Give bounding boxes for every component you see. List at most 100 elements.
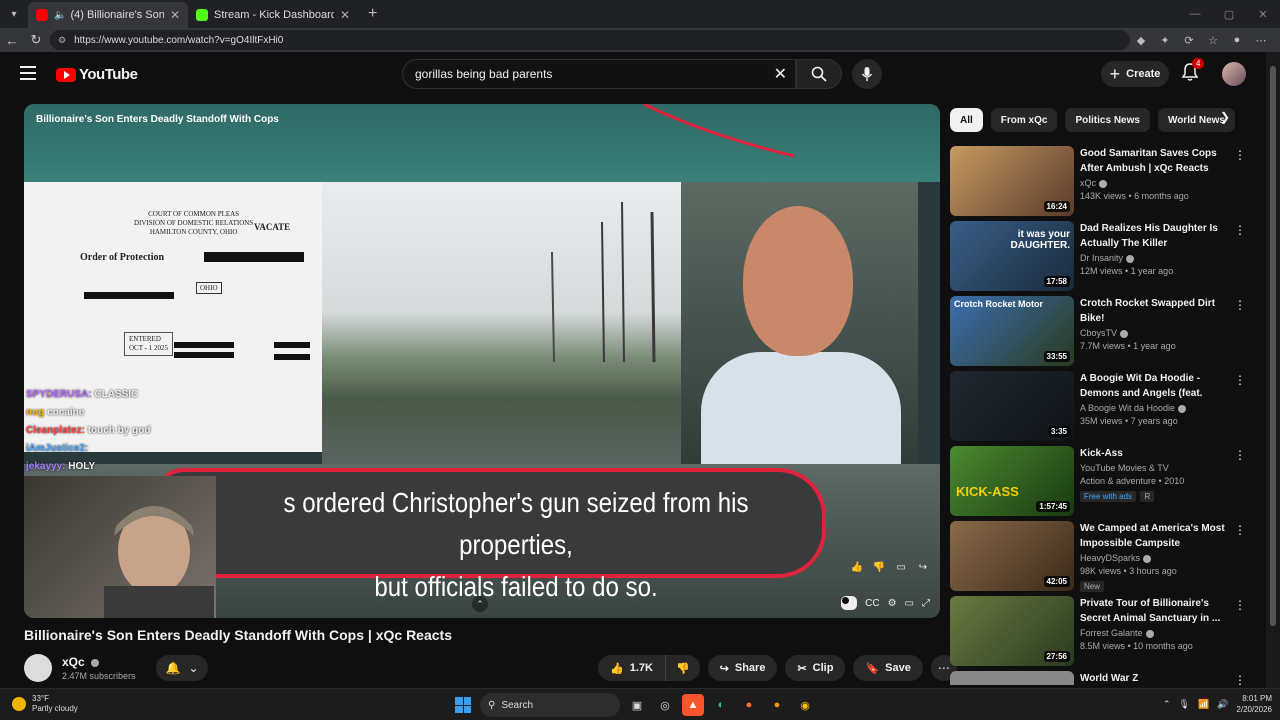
chip-all[interactable]: All [950, 108, 983, 132]
recommendation-title[interactable]: World War Z [1080, 671, 1230, 685]
tab-youtube[interactable]: 🔈 (4) Billionaire's Son Enters De ✕ [28, 2, 188, 28]
url-input[interactable]: ⚙ https://www.youtube.com/watch?v=gO4Ilt… [50, 30, 1130, 50]
close-window-icon[interactable]: ✕ [1246, 0, 1280, 28]
more-vertical-icon[interactable]: ⋮ [1234, 523, 1246, 537]
voice-search-button[interactable] [852, 59, 882, 89]
save-button[interactable]: 🔖 Save [853, 655, 923, 681]
like-button[interactable]: 👍 1.7K [598, 655, 666, 681]
recommendation-title[interactable]: Kick-Ass [1080, 446, 1230, 461]
back-icon[interactable]: ← [0, 28, 24, 52]
video-thumbnail[interactable]: 42:05 [950, 521, 1074, 591]
more-vertical-icon[interactable]: ⋮ [1234, 148, 1246, 162]
clear-search-icon[interactable]: ✕ [774, 64, 787, 84]
more-vertical-icon[interactable]: ⋮ [1234, 598, 1246, 612]
recommendation-title[interactable]: We Camped at America's Most Impossible C… [1080, 521, 1230, 551]
recommendation-channel[interactable]: A Boogie Wit da Hoodie [1080, 403, 1230, 413]
video-thumbnail[interactable]: 3:35 [950, 371, 1074, 441]
extension-icon[interactable]: ◆ [1132, 30, 1150, 50]
subscription-bell-button[interactable]: 🔔 ⌄ [156, 655, 208, 681]
recommendation-item[interactable]: KICK-ASS 1:57:45 Kick-Ass YouTube Movies… [950, 446, 1250, 521]
more-vertical-icon[interactable]: ⋮ [1234, 373, 1246, 387]
system-clock[interactable]: 8:01 PM 2/20/2026 [1236, 693, 1272, 715]
close-tab-icon[interactable]: ✕ [340, 8, 350, 22]
video-thumbnail[interactable] [950, 671, 1074, 685]
recommendation-item[interactable]: 27:56 Private Tour of Billionaire's Secr… [950, 596, 1250, 671]
more-vertical-icon[interactable]: ⋮ [1234, 223, 1246, 237]
menu-icon[interactable]: ⋯ [1252, 30, 1270, 50]
chip-politics-news[interactable]: Politics News [1065, 108, 1150, 132]
volume-icon[interactable]: 🔊 [1217, 699, 1228, 710]
video-thumbnail[interactable]: Crotch Rocket Motor 33:55 [950, 296, 1074, 366]
sync-icon[interactable]: ⟳ [1180, 30, 1198, 50]
video-thumbnail[interactable]: 16:24 [950, 146, 1074, 216]
minimize-icon[interactable]: — [1178, 0, 1212, 28]
tray-chevron-icon[interactable]: ⌃ [1163, 699, 1171, 710]
reload-icon[interactable]: ↻ [24, 28, 48, 52]
chevron-right-icon[interactable]: ❯ [1220, 110, 1230, 124]
captions-icon[interactable]: CC [865, 596, 879, 610]
recommendation-item[interactable]: World War Z ⋮ [950, 671, 1250, 685]
hamburger-menu-icon[interactable] [20, 66, 36, 80]
weather-widget[interactable]: 33°F Partly cloudy [12, 694, 78, 714]
windows-start-icon[interactable] [452, 694, 474, 716]
recommendation-title[interactable]: Dad Realizes His Daughter Is Actually Th… [1080, 221, 1230, 251]
new-tab-icon[interactable]: + [368, 5, 377, 23]
more-vertical-icon[interactable]: ⋮ [1234, 673, 1246, 685]
scrollbar-thumb[interactable] [1270, 66, 1276, 626]
favorites-icon[interactable]: ☆ [1204, 30, 1222, 50]
recommendation-channel[interactable]: YouTube Movies & TV [1080, 463, 1230, 473]
video-player[interactable]: Billionaire's Son Enters Deadly Standoff… [24, 104, 940, 618]
chip-from-xqc[interactable]: From xQc [990, 108, 1058, 132]
profile-icon[interactable]: ● [1228, 30, 1246, 50]
firefox-alt-icon[interactable]: ● [766, 694, 788, 716]
recommendation-channel[interactable]: CboysTV [1080, 328, 1230, 338]
recommendation-title[interactable]: Private Tour of Billionaire's Secret Ani… [1080, 596, 1230, 626]
more-vertical-icon[interactable]: ⋮ [1234, 298, 1246, 312]
recommendation-title[interactable]: Good Samaritan Saves Cops After Ambush |… [1080, 146, 1230, 176]
youtube-logo[interactable]: YouTube [56, 66, 138, 83]
settings-gear-icon[interactable]: ⚙ [888, 596, 897, 610]
obs-icon[interactable]: ◎ [654, 694, 676, 716]
video-thumbnail[interactable]: it was your DAUGHTER. 17:58 [950, 221, 1074, 291]
fullscreen-icon[interactable]: ⤢ [922, 596, 930, 610]
firefox-icon[interactable]: ● [738, 694, 760, 716]
maximize-icon[interactable]: ▢ [1212, 0, 1246, 28]
wifi-icon[interactable]: 📶 [1198, 699, 1209, 710]
recommendation-item[interactable]: 3:35 A Boogie Wit Da Hoodie - Demons and… [950, 371, 1250, 446]
user-avatar[interactable] [1222, 62, 1246, 86]
chevron-up-icon[interactable]: ⌃ [472, 596, 488, 612]
tab-kick[interactable]: Stream - Kick Dashboard ✕ [188, 2, 358, 28]
video-thumbnail[interactable]: 27:56 [950, 596, 1074, 666]
recommendation-channel[interactable]: Dr Insanity [1080, 253, 1230, 263]
recommendation-item[interactable]: 16:24 Good Samaritan Saves Cops After Am… [950, 146, 1250, 221]
comment-icon[interactable]: ▭ [894, 560, 908, 574]
channel-name[interactable]: xQc [62, 655, 100, 669]
miniplayer-icon[interactable]: ▭ [905, 596, 914, 610]
puzzle-icon[interactable]: ✦ [1156, 30, 1174, 50]
autoplay-toggle[interactable] [841, 596, 858, 610]
recommendation-channel[interactable]: Forrest Galante [1080, 628, 1230, 638]
site-info-icon[interactable]: ⚙ [58, 35, 66, 46]
video-thumbnail[interactable]: KICK-ASS 1:57:45 [950, 446, 1074, 516]
more-vertical-icon[interactable]: ⋮ [1234, 448, 1246, 462]
notifications-button[interactable]: 4 [1180, 58, 1205, 84]
thumbs-up-icon[interactable]: 👍 [850, 560, 864, 574]
close-tab-icon[interactable]: ✕ [170, 8, 180, 22]
create-button[interactable]: + Create [1101, 61, 1169, 87]
recommendation-item[interactable]: Crotch Rocket Motor 33:55 Crotch Rocket … [950, 296, 1250, 371]
thumbs-down-icon[interactable]: 👎 [872, 560, 886, 574]
mic-icon[interactable]: 🎙 [1179, 699, 1190, 710]
tab-list-chevron-icon[interactable]: ▾ [0, 0, 28, 28]
channel-avatar[interactable] [24, 654, 52, 682]
share-button[interactable]: ↪ Share [707, 655, 778, 681]
page-scrollbar[interactable] [1266, 52, 1280, 688]
speaker-icon[interactable]: 🔈 [54, 10, 66, 21]
taskbar-search[interactable]: ⚲ Search [480, 693, 620, 717]
recommendation-channel[interactable]: HeavyDSparks [1080, 553, 1230, 563]
recommendation-title[interactable]: Crotch Rocket Swapped Dirt Bike! [1080, 296, 1230, 326]
recommendation-item[interactable]: 42:05 We Camped at America's Most Imposs… [950, 521, 1250, 596]
chrome-icon[interactable]: ◉ [794, 694, 816, 716]
recommendation-title[interactable]: A Boogie Wit Da Hoodie - Demons and Ange… [1080, 371, 1230, 401]
brave-browser-icon[interactable]: ▲ [682, 694, 704, 716]
recommendation-channel[interactable]: xQc [1080, 178, 1230, 188]
